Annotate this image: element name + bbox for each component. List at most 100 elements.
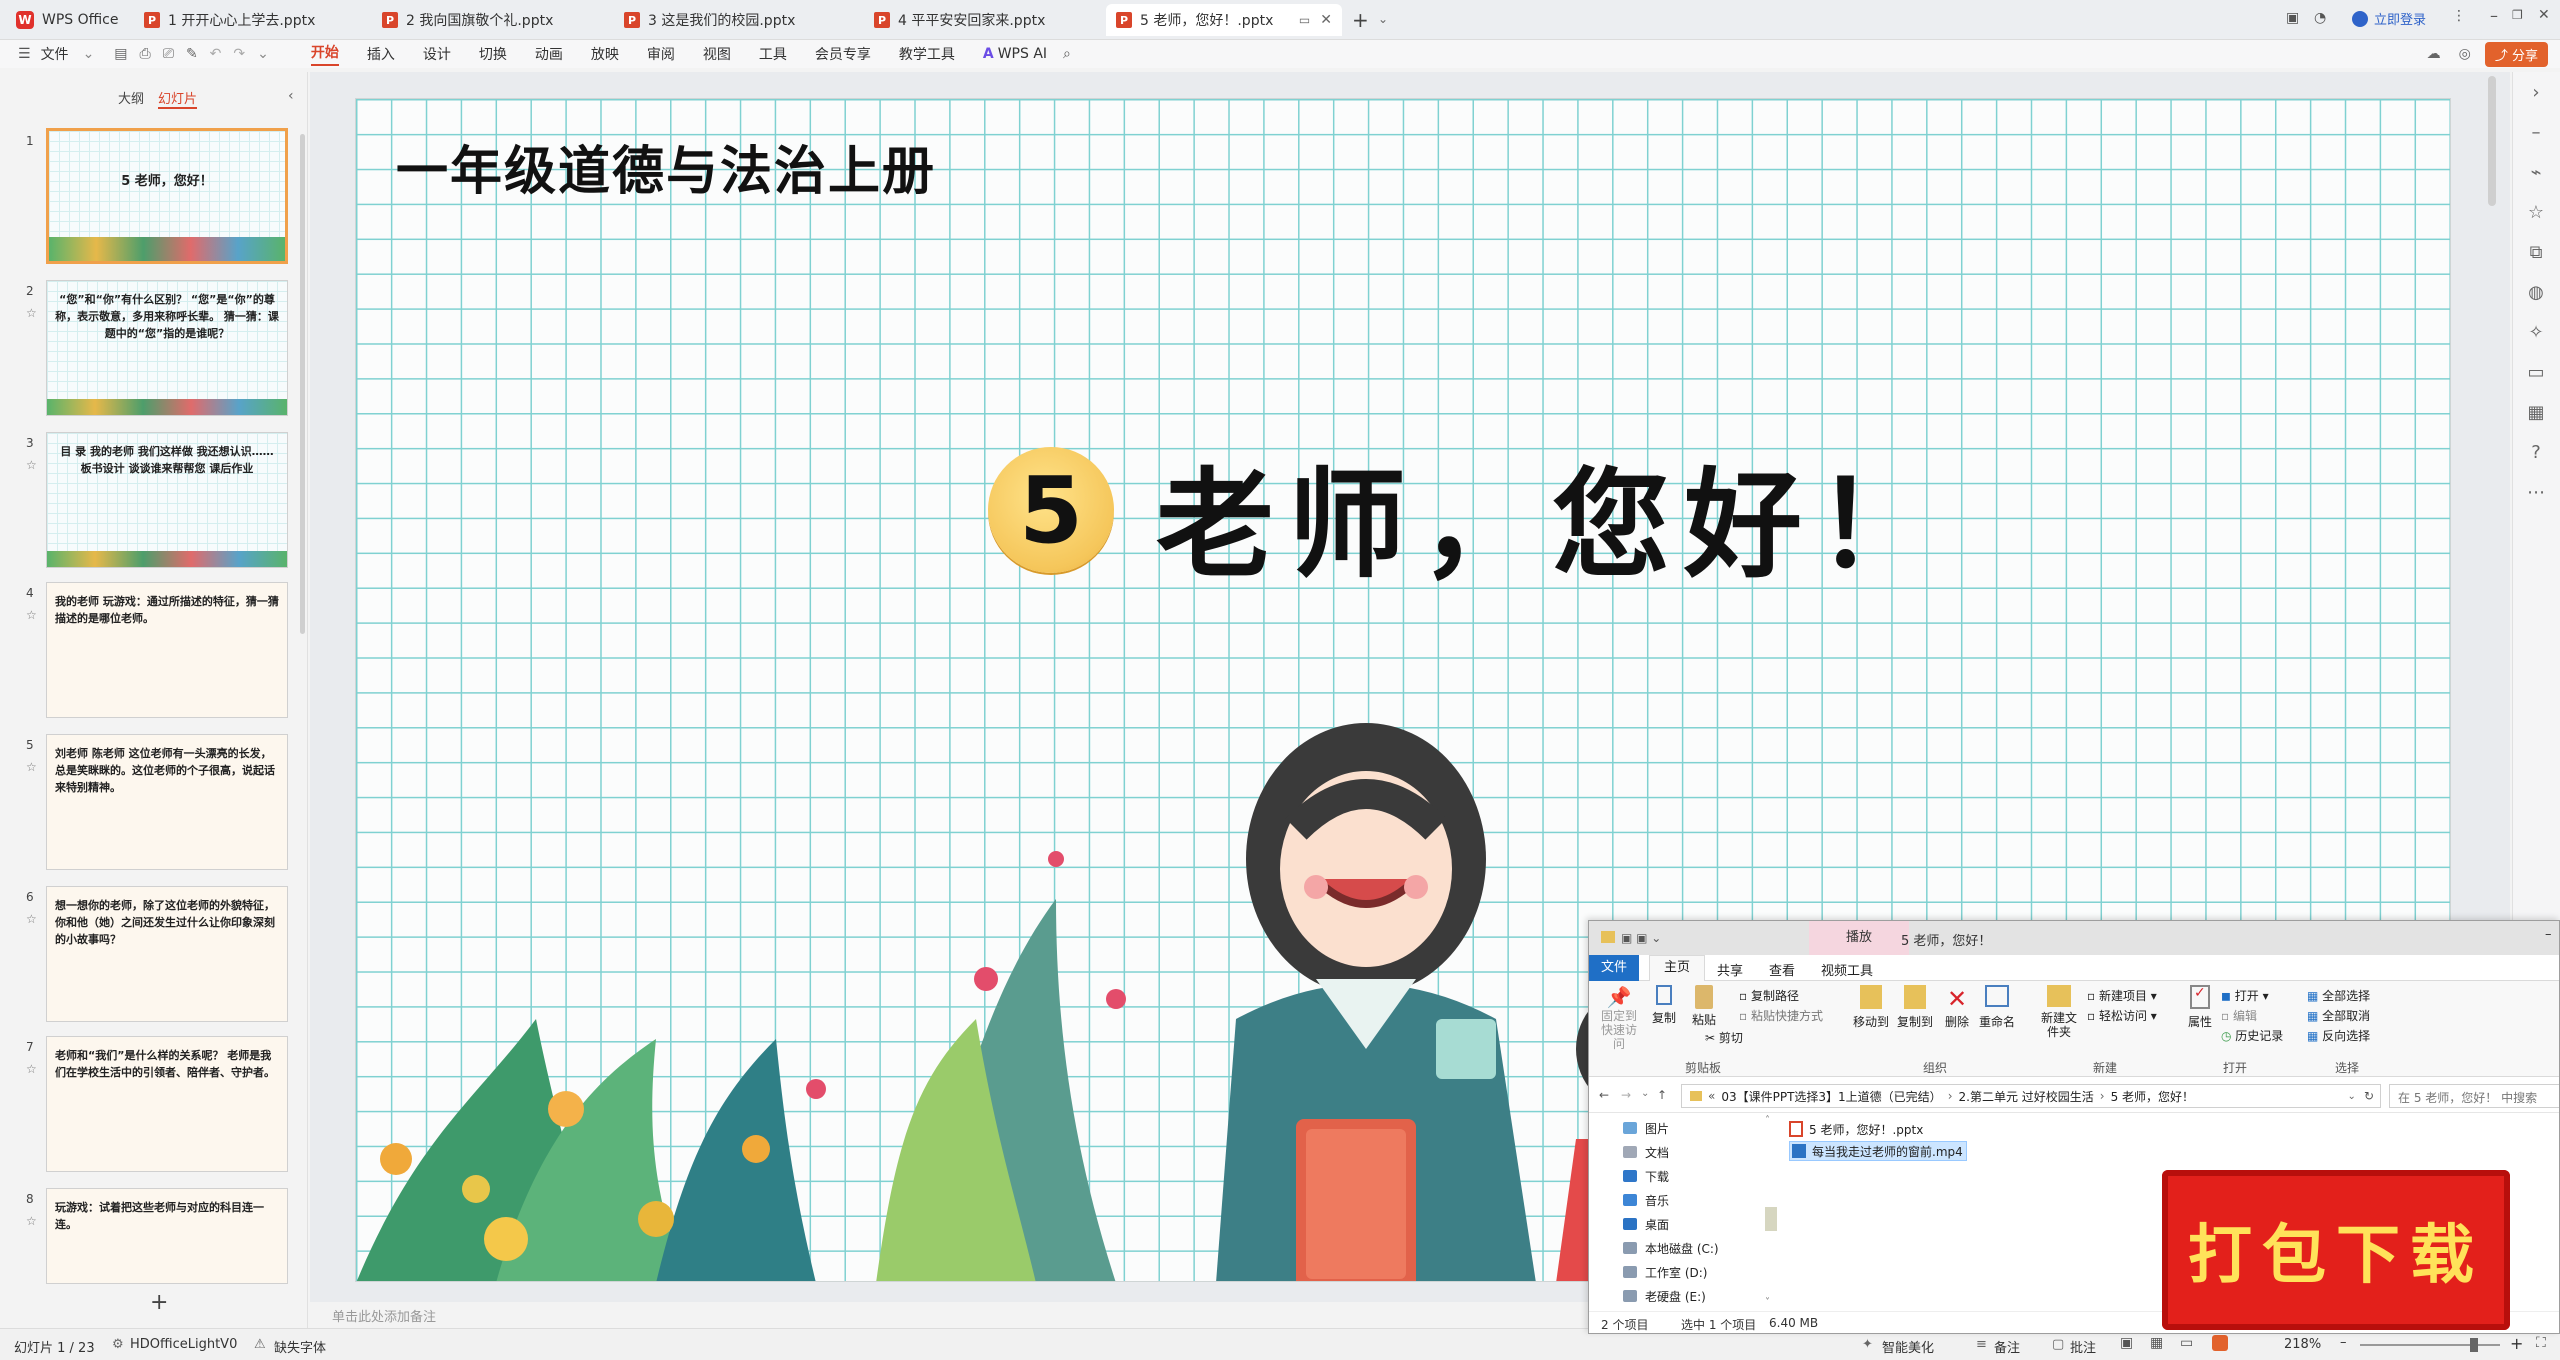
thumbnail-scrollbar[interactable]: [300, 134, 305, 634]
slide-thumb-7[interactable]: 老师和“我们”是什么样的关系呢？ 老师是我们在学校生活中的引领者、陪伴者、守护者…: [46, 1036, 288, 1172]
file-chevron-icon[interactable]: ⌄: [83, 46, 95, 62]
ribbon-tab-home[interactable]: 主页: [1649, 955, 1705, 981]
hamburger-icon[interactable]: ☰: [18, 46, 31, 62]
star-icon[interactable]: ☆: [26, 608, 37, 622]
magic-wand-icon[interactable]: ✧: [2525, 322, 2547, 344]
ribbon-tab-share[interactable]: 共享: [1717, 960, 1743, 979]
normal-view-icon[interactable]: ▣: [2120, 1335, 2133, 1351]
notes-pane[interactable]: 单击此处添加备注: [310, 1302, 1590, 1328]
open-button[interactable]: ◼ 打开 ▾: [2221, 987, 2269, 1004]
cloud-sync-icon[interactable]: ☁: [2427, 46, 2441, 62]
select-none-button[interactable]: ▦ 全部取消: [2307, 1007, 2370, 1024]
back-icon[interactable]: ←: [1599, 1088, 1609, 1102]
new-tab-icon[interactable]: +: [1352, 8, 1369, 32]
recent-chevron-icon[interactable]: ⌄: [1641, 1088, 1649, 1099]
minus-icon[interactable]: –: [2525, 122, 2547, 144]
delete-button[interactable]: ✕ 删除: [1941, 985, 1973, 1030]
up-icon[interactable]: ↑: [1657, 1088, 1667, 1102]
zoom-in-icon[interactable]: +: [2510, 1334, 2523, 1353]
copy-format-icon[interactable]: ⧉: [2525, 242, 2547, 264]
slide-thumb-2[interactable]: “您”和“你”有什么区别？ “您”是“你”的尊称，表示敬意，多用来称呼长辈。 猜…: [46, 280, 288, 416]
comments-button[interactable]: 批注: [2070, 1337, 2096, 1356]
explorer-minimize-icon[interactable]: –: [2545, 927, 2552, 942]
copy-button[interactable]: 复制: [1647, 985, 1681, 1026]
forward-icon[interactable]: →: [1621, 1088, 1631, 1102]
animation-pane-icon[interactable]: ▭: [2525, 362, 2547, 384]
ribbon-tab-slideshow[interactable]: 放映: [591, 44, 619, 64]
file-item[interactable]: 5 老师，您好！.pptx: [1789, 1119, 1923, 1139]
help-icon[interactable]: ?: [2525, 442, 2547, 464]
tab-list-chevron-icon[interactable]: ⌄: [1378, 12, 1388, 26]
theme-name[interactable]: HDOfficeLightV0: [130, 1337, 237, 1352]
wps-home-tab[interactable]: W WPS Office: [6, 4, 134, 36]
nav-documents[interactable]: 文档: [1623, 1141, 1669, 1163]
address-chevron-icon[interactable]: ⌄: [2348, 1091, 2356, 1102]
ribbon-tab-view[interactable]: 查看: [1769, 960, 1795, 979]
maximize-icon[interactable]: ❐: [2512, 8, 2523, 22]
zoom-level[interactable]: 218%: [2284, 1337, 2321, 1352]
ribbon-tab-member[interactable]: 会员专享: [815, 44, 871, 64]
address-bar[interactable]: « 03【课件PPT选择3】1上道德（已完结） › 2.第二单元 过好校园生活 …: [1681, 1084, 2381, 1108]
doc-tab-2[interactable]: P 2 我向国旗敬个礼.pptx: [372, 4, 610, 36]
nav-drive-e[interactable]: 老硬盘 (E:): [1623, 1285, 1706, 1307]
select-all-button[interactable]: ▦ 全部选择: [2307, 987, 2370, 1004]
add-slide-button[interactable]: +: [150, 1290, 168, 1315]
copy-to-button[interactable]: 复制到: [1895, 985, 1935, 1030]
beautify-button[interactable]: 智能美化: [1882, 1337, 1934, 1356]
zoom-out-icon[interactable]: –: [2340, 1335, 2347, 1350]
properties-button[interactable]: ✓ 属性: [2183, 985, 2217, 1030]
restore-tab-icon[interactable]: ▭: [1299, 13, 1310, 27]
ribbon-tab-tools[interactable]: 工具: [759, 44, 787, 64]
print-icon[interactable]: ⎚: [163, 46, 174, 62]
nav-drive-d[interactable]: 工作室 (D:): [1623, 1261, 1707, 1283]
breadcrumb-1[interactable]: 03【课件PPT选择3】1上道德（已完结）: [1721, 1088, 1941, 1105]
nav-desktop[interactable]: 桌面: [1623, 1213, 1669, 1235]
collab-icon[interactable]: ◎: [2459, 46, 2471, 62]
breadcrumb-2[interactable]: 2.第二单元 过好校园生活: [1959, 1088, 2094, 1105]
ribbon-tab-file[interactable]: 文件: [1589, 955, 1639, 981]
file-item-selected[interactable]: 每当我走过老师的窗前.mp4: [1789, 1141, 1967, 1161]
login-button[interactable]: 立即登录: [2352, 9, 2426, 28]
outline-tab[interactable]: 大纲: [118, 88, 144, 107]
layout-icon[interactable]: ▦: [2525, 402, 2547, 424]
nav-scroll-up-icon[interactable]: ˄: [1765, 1115, 1770, 1126]
ribbon-tab-transition[interactable]: 切换: [479, 44, 507, 64]
ribbon-tab-video-tools[interactable]: 视频工具: [1821, 960, 1873, 979]
slides-tab[interactable]: 幻灯片: [158, 88, 198, 109]
close-window-icon[interactable]: ✕: [2538, 7, 2550, 23]
star-icon[interactable]: ☆: [26, 306, 37, 320]
slide-thumb-4[interactable]: 我的老师 玩游戏：通过所描述的特征，猜一猜描述的是哪位老师。: [46, 582, 288, 718]
lesson-title[interactable]: 老师，您好！: [1156, 429, 1948, 600]
star-tool-icon[interactable]: ☆: [2525, 202, 2547, 224]
doc-tab-3[interactable]: P 3 这是我们的校园.pptx: [614, 4, 852, 36]
refresh-icon[interactable]: ↻: [2364, 1089, 2374, 1103]
star-icon[interactable]: ☆: [26, 912, 37, 926]
breadcrumb-3[interactable]: 5 老师，您好！: [2111, 1088, 2194, 1105]
zoom-slider-handle[interactable]: [2470, 1338, 2478, 1352]
more-options-icon[interactable]: ⋯: [2525, 482, 2547, 504]
new-folder-button[interactable]: 新建文件夹: [2037, 985, 2081, 1039]
doc-tab-5-active[interactable]: P 5 老师，您好！.pptx ▭ ✕: [1106, 4, 1342, 36]
ribbon-tab-teaching[interactable]: 教学工具: [899, 44, 955, 64]
slide-thumb-1[interactable]: 5 老师，您好！: [46, 128, 288, 264]
star-icon[interactable]: ☆: [26, 760, 37, 774]
paste-button[interactable]: 粘贴: [1687, 985, 1721, 1028]
sorter-view-icon[interactable]: ▦: [2150, 1335, 2163, 1351]
star-icon[interactable]: ☆: [26, 1214, 37, 1228]
fit-window-icon[interactable]: ⛶: [2536, 1335, 2546, 1351]
shapes-icon[interactable]: ⌁: [2525, 162, 2547, 184]
window-layout-icon[interactable]: ▣: [2286, 10, 2299, 26]
rename-button[interactable]: 重命名: [1977, 985, 2017, 1030]
play-context-tab[interactable]: 播放: [1809, 921, 1909, 955]
ribbon-tab-animation[interactable]: 动画: [535, 44, 563, 64]
ribbon-tab-insert[interactable]: 插入: [367, 44, 395, 64]
explorer-search-input[interactable]: 在 5 老师，您好！ 中搜索: [2389, 1084, 2559, 1108]
redo-icon[interactable]: ↷: [233, 46, 245, 62]
history-button[interactable]: ◷ 历史记录: [2221, 1027, 2283, 1044]
invert-selection-button[interactable]: ▦ 反向选择: [2307, 1027, 2370, 1044]
slide-subject-title[interactable]: 一年级道德与法治上册: [396, 129, 936, 204]
ribbon-tab-review[interactable]: 审阅: [647, 44, 675, 64]
lesson-number-badge[interactable]: 5: [988, 447, 1114, 573]
canvas-scrollbar[interactable]: [2488, 76, 2496, 206]
search-icon[interactable]: ⌕: [1063, 46, 1071, 62]
